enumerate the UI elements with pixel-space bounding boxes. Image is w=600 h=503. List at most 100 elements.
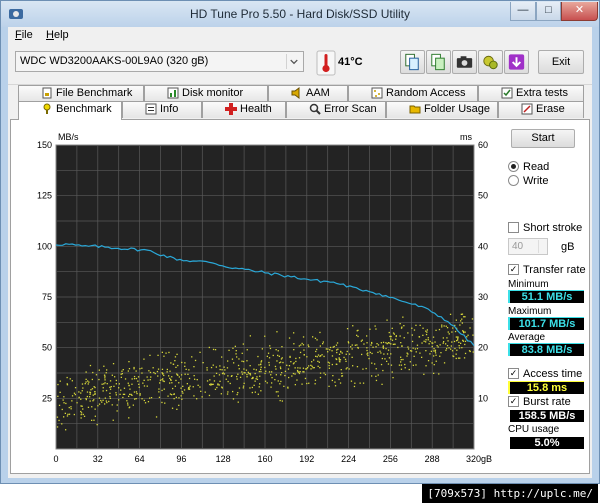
access-time-point [426,329,428,331]
write-radio[interactable]: Write [508,175,588,188]
access-time-point [401,345,403,347]
access-time-point [345,360,347,362]
menu-help[interactable]: Help [46,29,69,41]
options-button[interactable] [478,50,503,74]
tab-extra-tests[interactable]: Extra tests [478,85,584,102]
tab-info[interactable]: Info [122,101,202,118]
tab-file-benchmark[interactable]: File Benchmark [18,85,144,102]
access-time-point [227,380,229,383]
access-time-checkbox[interactable]: ✓ Access time [508,368,588,381]
access-time-point [395,335,397,337]
access-time-point [391,371,393,373]
access-time-point [271,371,273,373]
close-button[interactable]: ✕ [561,2,598,21]
x-tick-label: 224 [341,454,356,464]
access-time-point [212,364,214,366]
access-time-point [304,377,307,380]
access-time-point [109,392,111,394]
access-time-point [340,369,342,371]
maximize-button[interactable]: □ [536,2,561,21]
access-time-point [245,369,248,371]
burst-rate-value: 158.5 MB/s [508,409,584,422]
access-time-point [133,378,136,380]
access-time-point [137,380,139,382]
access-time-point [254,372,256,375]
burst-rate-checkbox[interactable]: ✓ Burst rate [508,396,588,409]
access-time-point [162,373,164,375]
screenshot-button[interactable] [452,50,477,74]
minimize-button[interactable]: — [510,2,536,21]
access-time-point [94,391,96,393]
short-stroke-input[interactable]: 40 [508,238,548,255]
benchmark-panel: MB/s ms 150 125 100 75 50 25 60 50 40 30 20 10 0 32 64 96… [10,119,590,474]
access-time-point [133,391,136,393]
access-time-point [109,397,111,399]
copy-button[interactable] [400,50,425,74]
access-time-point [338,378,340,381]
access-time-point [131,378,133,380]
access-time-point [385,347,387,350]
access-time-point [404,367,406,369]
access-time-point [279,383,281,385]
tab-error-scan[interactable]: Error Scan [286,101,386,118]
access-time-point [103,383,105,385]
access-time-point [175,379,177,382]
access-time-point [360,340,362,342]
access-time-point [249,387,251,389]
access-time-point [91,388,94,390]
start-button[interactable]: Start [511,129,575,148]
access-time-point [267,352,270,354]
access-time-point [161,368,164,370]
access-time-point [91,406,93,408]
benchmark-icon [41,103,53,115]
tab-disk-monitor[interactable]: Disk monitor [144,85,268,102]
access-time-point [280,374,282,376]
menu-file[interactable]: File [15,29,33,41]
access-time-point [447,340,449,342]
transfer-rate-checkbox[interactable]: ✓ Transfer rate [508,264,588,277]
tab-benchmark[interactable]: Benchmark [18,101,122,120]
copy-results-button[interactable] [426,50,451,74]
drive-select[interactable]: WDC WD3200AAKS-00L9A0 (320 gB) [15,51,304,72]
tab-aam[interactable]: AAM [268,85,348,102]
access-time-point [455,336,457,338]
file-benchmark-icon [41,87,53,99]
access-time-point [109,395,111,398]
random-access-icon [371,87,383,99]
x-tick-label: 288 [425,454,440,464]
spinner[interactable] [538,240,546,253]
access-time-point [329,349,331,351]
title-bar[interactable]: HD Tune Pro 5.50 - Hard Disk/SSD Utility… [1,1,599,27]
access-time-point [431,342,433,344]
access-time-point [463,316,465,318]
access-time-point [181,390,183,393]
access-time-point [269,347,272,350]
access-time-point [264,366,266,369]
access-time-point [328,362,331,364]
access-time-point [150,376,152,378]
access-time-point [297,367,299,369]
access-time-point [219,380,221,382]
tab-random-access[interactable]: Random Access [348,85,478,102]
access-time-point [176,408,178,410]
access-time-point [192,386,194,388]
short-stroke-checkbox[interactable]: Short stroke [508,222,588,235]
access-time-point [383,353,385,355]
exit-button[interactable]: Exit [538,50,584,74]
access-time-point [296,379,298,381]
tab-folder-usage[interactable]: Folder Usage [386,101,498,118]
read-radio[interactable]: Read [508,161,588,174]
tab-health[interactable]: Health [202,101,286,118]
access-time-point [71,380,73,382]
access-time-point [105,389,108,392]
tab-erase[interactable]: Erase [498,101,584,118]
access-time-point [98,369,100,371]
access-time-point [333,345,335,348]
access-time-point [194,359,197,362]
save-button[interactable] [504,50,529,74]
access-time-point [322,343,324,345]
y-right-tick-label: 10 [478,393,488,403]
access-time-point [315,355,317,357]
access-time-point [418,336,420,338]
access-time-point [56,426,59,428]
